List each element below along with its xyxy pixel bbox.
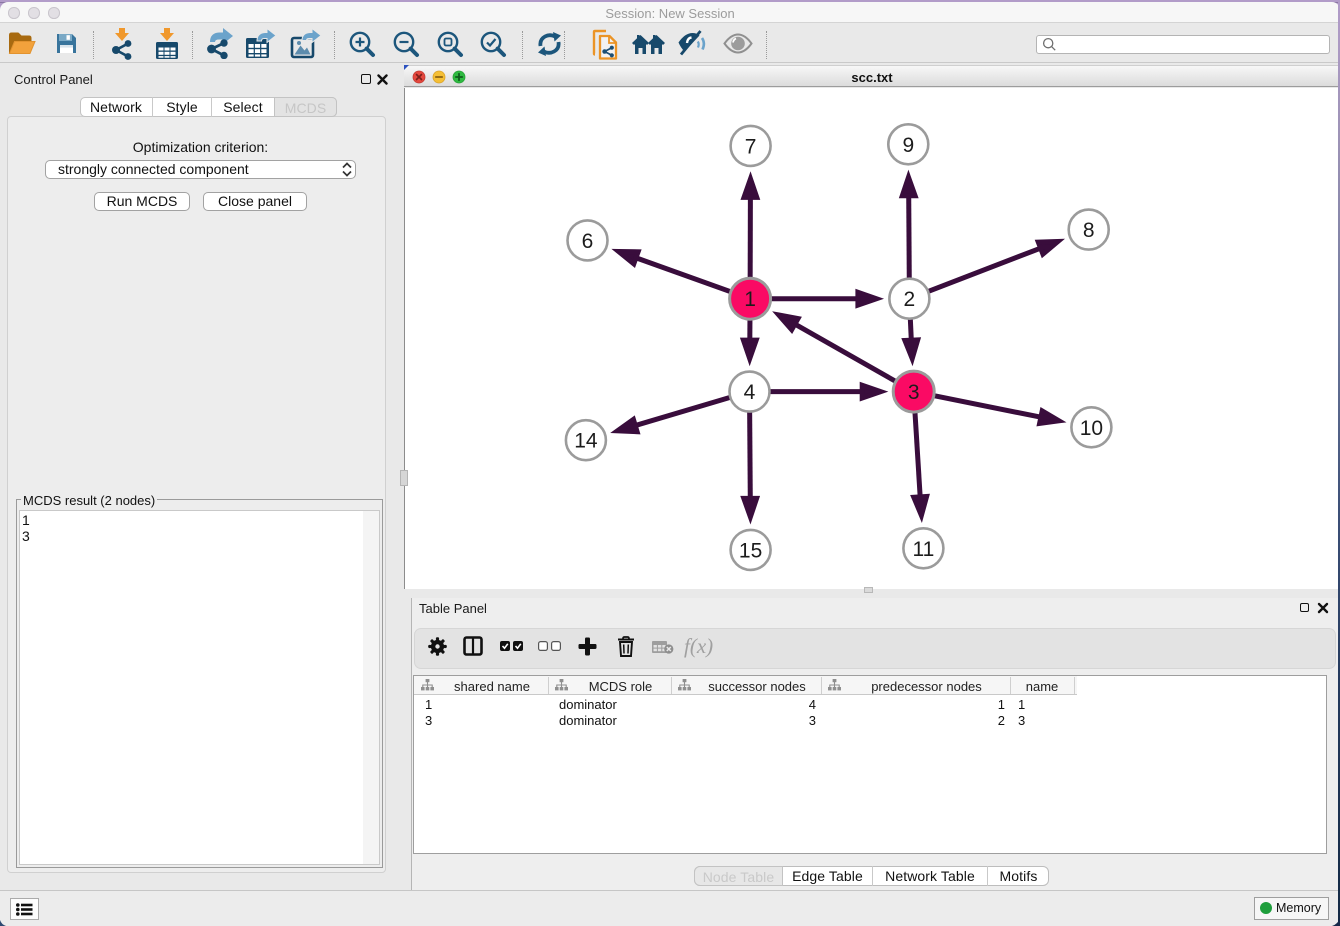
svg-text:14: 14	[574, 430, 598, 453]
svg-text:8: 8	[1083, 219, 1095, 242]
svg-text:2: 2	[904, 288, 916, 311]
svg-text:9: 9	[902, 134, 914, 157]
svg-text:4: 4	[744, 381, 756, 404]
svg-text:15: 15	[739, 539, 762, 562]
svg-text:6: 6	[582, 230, 594, 253]
svg-text:10: 10	[1080, 417, 1103, 440]
svg-text:11: 11	[912, 538, 934, 561]
svg-text:7: 7	[745, 135, 757, 158]
svg-text:1: 1	[744, 288, 756, 311]
svg-text:3: 3	[908, 381, 920, 404]
